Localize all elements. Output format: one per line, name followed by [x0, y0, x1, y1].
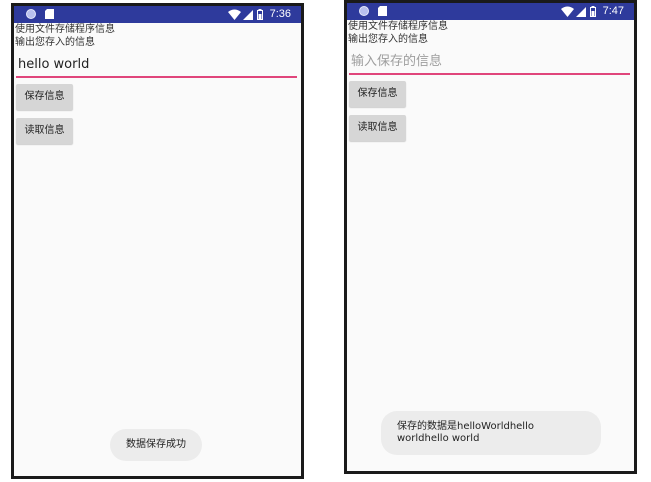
phone-screen-right: 7:47 使用文件存储程序信息 输出您存入的信息 输入保存的信息 保存信息 读取…: [344, 0, 637, 474]
activity-content: 使用文件存储程序信息 输出您存入的信息 输入保存的信息 保存信息 读取信息 保存…: [347, 20, 634, 471]
activity-content: 使用文件存储程序信息 输出您存入的信息 hello world 保存信息 读取信…: [14, 23, 301, 476]
screenshot-comparison: 7:36 使用文件存储程序信息 输出您存入的信息 hello world 保存信…: [0, 0, 651, 482]
info-input[interactable]: hello world: [16, 54, 297, 78]
title-text: 使用文件存储程序信息: [15, 24, 115, 35]
notification-dot-icon: [359, 6, 369, 16]
save-info-button[interactable]: 保存信息: [16, 84, 73, 110]
title-text: 使用文件存储程序信息: [348, 21, 448, 32]
status-bar: 7:36: [14, 6, 301, 23]
toast-message: 数据保存成功: [110, 429, 202, 461]
toast-message: 保存的数据是helloWorldhello worldhello world: [381, 411, 601, 455]
status-time: 7:47: [602, 5, 624, 17]
notification-dot-icon: [26, 9, 36, 19]
info-input[interactable]: 输入保存的信息: [349, 51, 630, 75]
wifi-icon: [560, 6, 574, 17]
sd-card-icon: [45, 9, 54, 19]
sd-card-icon: [378, 6, 387, 16]
status-time: 7:36: [269, 8, 291, 20]
status-bar: 7:47: [347, 3, 634, 20]
cell-signal-icon: [575, 6, 586, 17]
cell-signal-icon: [242, 9, 253, 20]
read-info-button[interactable]: 读取信息: [349, 115, 406, 141]
phone-screen-left: 7:36 使用文件存储程序信息 输出您存入的信息 hello world 保存信…: [11, 3, 304, 479]
read-info-button[interactable]: 读取信息: [16, 118, 73, 144]
subtitle-text: 输出您存入的信息: [348, 34, 428, 45]
wifi-icon: [227, 9, 241, 20]
subtitle-text: 输出您存入的信息: [15, 37, 95, 48]
save-info-button[interactable]: 保存信息: [349, 81, 406, 107]
battery-icon: [256, 9, 263, 20]
battery-icon: [589, 6, 596, 17]
